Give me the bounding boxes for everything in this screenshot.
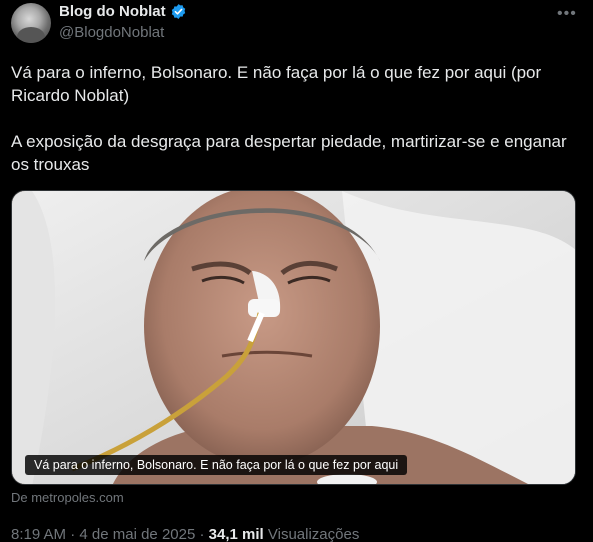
verified-badge-icon: [171, 4, 185, 19]
tweet-date[interactable]: 4 de mai de 2025: [79, 526, 195, 542]
author-name[interactable]: Blog do Noblat: [59, 3, 166, 20]
views-count: 34,1 mil: [208, 526, 264, 542]
meta-separator: ·: [199, 526, 205, 542]
author-name-row: Blog do Noblat: [59, 3, 187, 20]
tweet-line-2: A exposição da desgraça para despertar p…: [11, 132, 567, 174]
media-source-link[interactable]: De metropoles.com: [11, 490, 124, 505]
tweet-metadata: 8:19 AM · 4 de mai de 2025 · 34,1 mil Vi…: [11, 526, 359, 542]
meta-separator: ·: [70, 526, 76, 542]
avatar[interactable]: [11, 3, 51, 43]
media-photo: [12, 191, 575, 484]
tweet-text: Vá para o inferno, Bolsonaro. E não faça…: [11, 61, 581, 176]
more-options-icon[interactable]: •••: [557, 5, 577, 23]
media-caption: Vá para o inferno, Bolsonaro. E não faça…: [25, 455, 408, 475]
tweet-line-1: Vá para o inferno, Bolsonaro. E não faça…: [11, 63, 542, 105]
media-card[interactable]: Vá para o inferno, Bolsonaro. E não faça…: [11, 190, 576, 485]
author-handle[interactable]: @BlogdoNoblat: [59, 24, 164, 41]
views-label: Visualizações: [267, 526, 360, 542]
tweet-time[interactable]: 8:19 AM: [11, 526, 66, 542]
